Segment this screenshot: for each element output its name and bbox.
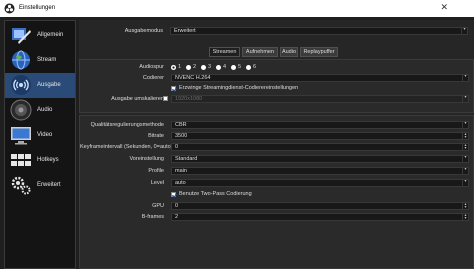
two-pass-label: Benutze Two-Pass Codierung xyxy=(179,191,252,197)
general-settings-icon xyxy=(12,28,31,44)
bframes-label: B-frames xyxy=(141,214,164,220)
output-mode-select[interactable]: Erweitert ▾ xyxy=(170,27,468,35)
bframes-input[interactable]: 2 ▴ ▾ xyxy=(171,213,469,221)
profile-label: Profile xyxy=(148,168,164,174)
spinner-arrows-icon[interactable]: ▴ ▾ xyxy=(462,203,468,209)
chevron-down-icon: ▾ xyxy=(462,96,468,102)
keyframe-input[interactable]: 0 ▴ ▾ xyxy=(171,143,469,151)
output-settings-panel: Ausgabemodus Erweitert ▾ Streamen Aufneh… xyxy=(79,20,474,269)
spinner-arrows-icon[interactable]: ▴ ▾ xyxy=(462,144,468,150)
force-stream-settings-label: Erzwinge Streamingdienst-Codierereinstel… xyxy=(179,85,299,91)
gpu-label: GPU xyxy=(152,203,164,209)
sidebar-item-video[interactable]: Video xyxy=(5,123,75,148)
rate-control-select[interactable]: CBR ▾ xyxy=(171,121,469,129)
sidebar-item-allgemein[interactable]: Allgemein xyxy=(5,23,75,48)
chevron-down-icon: ▾ xyxy=(462,122,468,128)
encoder-settings-group: Qualitätsregulierungsmethode CBR ▾ Bitra… xyxy=(79,115,474,269)
output-signal-icon xyxy=(11,75,31,95)
settings-sidebar: Allgemein Stream Ausgabe Audio Video Hot… xyxy=(4,20,76,269)
chevron-down-icon: ▾ xyxy=(462,156,468,162)
chevron-down-icon: ▾ xyxy=(462,75,468,81)
sidebar-item-erweitert[interactable]: Erweitert xyxy=(5,173,75,198)
audio-track-radio-3[interactable] xyxy=(201,65,206,70)
keyframe-label: Keyframeintervall (Sekunden, 0=auto) xyxy=(80,144,173,150)
rescale-label: Ausgabe umskalieren xyxy=(111,96,164,102)
sidebar-item-ausgabe[interactable]: Ausgabe xyxy=(5,73,75,98)
rescale-select: 1920x1080 ▾ xyxy=(171,95,469,103)
bitrate-input[interactable]: 3500 ▴ ▾ xyxy=(171,132,469,140)
force-stream-settings-checkbox[interactable] xyxy=(171,86,176,91)
sidebar-item-audio[interactable]: Audio xyxy=(5,98,75,123)
title-bar: Einstellungen ✕ xyxy=(0,0,474,17)
encoder-select[interactable]: NVENC H.264 ▾ xyxy=(171,74,469,82)
gears-icon xyxy=(11,176,31,195)
close-icon[interactable]: ✕ xyxy=(440,2,448,13)
level-select[interactable]: auto ▾ xyxy=(171,179,469,187)
preset-label: Voreinstellung xyxy=(129,156,164,162)
bitrate-label: Bitrate xyxy=(148,133,164,139)
window-title: Einstellungen xyxy=(19,5,56,11)
sidebar-item-hotkeys[interactable]: Hotkeys xyxy=(5,148,75,173)
chevron-down-icon: ▾ xyxy=(462,168,468,174)
keyboard-icon xyxy=(11,154,31,166)
tab-audio[interactable]: Audio xyxy=(280,47,298,57)
preset-select[interactable]: Standard ▾ xyxy=(171,155,469,163)
monitor-icon xyxy=(11,127,31,145)
profile-select[interactable]: main ▾ xyxy=(171,167,469,175)
encoder-label: Codierer xyxy=(142,75,164,81)
obs-app-icon xyxy=(4,3,15,14)
globe-stream-icon xyxy=(12,50,30,70)
rescale-checkbox[interactable] xyxy=(163,96,168,101)
audio-track-radio-1[interactable] xyxy=(171,65,176,70)
tab-replaypuffer[interactable]: Replaypuffer xyxy=(300,47,338,57)
audio-track-radio-5[interactable] xyxy=(231,65,236,70)
tab-aufnehmen[interactable]: Aufnehmen xyxy=(242,47,278,57)
tab-streamen[interactable]: Streamen xyxy=(209,47,240,57)
gpu-input[interactable]: 0 ▴ ▾ xyxy=(171,202,469,210)
chevron-down-icon: ▾ xyxy=(462,180,468,186)
level-label: Level xyxy=(150,180,164,186)
rate-control-label: Qualitätsregulierungsmethode xyxy=(90,122,164,128)
output-mode-label: Ausgabemodus xyxy=(124,28,163,34)
audio-track-radio-2[interactable] xyxy=(186,65,191,70)
speaker-icon xyxy=(10,99,32,121)
spinner-arrows-icon[interactable]: ▴ ▾ xyxy=(462,214,468,220)
audiospur-label: Audiospur xyxy=(139,64,164,70)
stream-settings-group: Audiospur 1 2 3 4 5 6 Codierer NVENC H.2… xyxy=(79,59,474,113)
spinner-arrows-icon[interactable]: ▴ ▾ xyxy=(462,133,468,139)
audio-track-radio-6[interactable] xyxy=(246,65,251,70)
chevron-down-icon: ▾ xyxy=(461,28,467,34)
audio-track-radio-4[interactable] xyxy=(216,65,221,70)
two-pass-checkbox[interactable] xyxy=(171,192,176,197)
sidebar-item-stream[interactable]: Stream xyxy=(5,48,75,73)
